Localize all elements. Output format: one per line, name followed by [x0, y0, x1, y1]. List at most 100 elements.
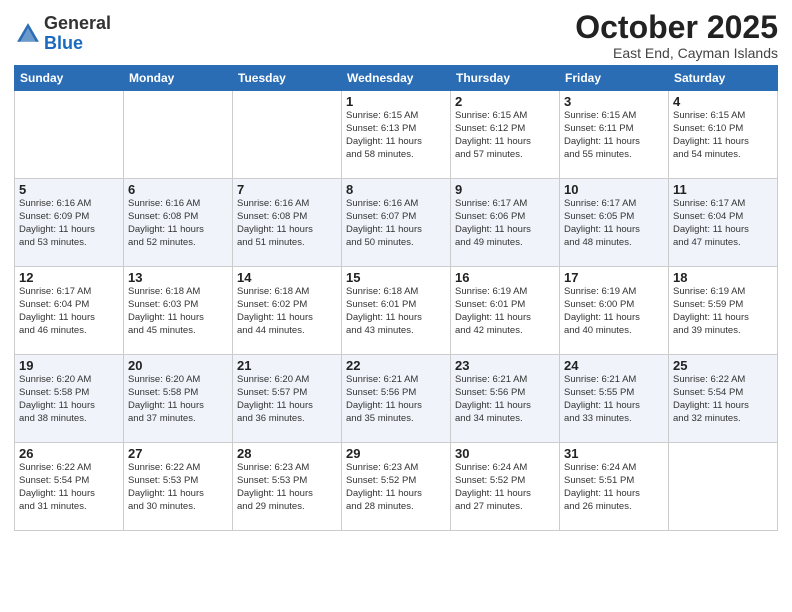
logo-icon [14, 20, 42, 48]
cell-1-3 [233, 91, 342, 179]
day-info-line: Sunset: 6:11 PM [564, 123, 664, 136]
day-info-line: Daylight: 11 hours [346, 312, 446, 325]
day-number: 30 [455, 446, 555, 461]
day-info-line: Daylight: 11 hours [346, 224, 446, 237]
day-info-line: Sunrise: 6:24 AM [564, 462, 664, 475]
day-info-line: Daylight: 11 hours [237, 224, 337, 237]
cell-2-3: 7Sunrise: 6:16 AMSunset: 6:08 PMDaylight… [233, 179, 342, 267]
cell-4-6: 24Sunrise: 6:21 AMSunset: 5:55 PMDayligh… [560, 355, 669, 443]
day-info-line: Sunset: 5:54 PM [673, 387, 773, 400]
cell-2-5: 9Sunrise: 6:17 AMSunset: 6:06 PMDaylight… [451, 179, 560, 267]
day-info-line: Sunset: 6:10 PM [673, 123, 773, 136]
day-info-line: and 52 minutes. [128, 237, 228, 250]
day-number: 15 [346, 270, 446, 285]
day-number: 2 [455, 94, 555, 109]
day-info-line: and 28 minutes. [346, 501, 446, 514]
day-info-line: Daylight: 11 hours [673, 400, 773, 413]
day-info-line: and 57 minutes. [455, 149, 555, 162]
day-info-line: Sunrise: 6:20 AM [237, 374, 337, 387]
title-area: October 2025 East End, Cayman Islands [575, 10, 778, 61]
day-info-line: Sunset: 5:59 PM [673, 299, 773, 312]
week-row-1: 1Sunrise: 6:15 AMSunset: 6:13 PMDaylight… [15, 91, 778, 179]
cell-1-1 [15, 91, 124, 179]
header-sunday: Sunday [15, 66, 124, 91]
day-info-line: Sunrise: 6:23 AM [237, 462, 337, 475]
day-info-line: Sunset: 5:54 PM [19, 475, 119, 488]
day-info-line: Sunrise: 6:16 AM [128, 198, 228, 211]
day-info-line: Daylight: 11 hours [128, 488, 228, 501]
cell-3-1: 12Sunrise: 6:17 AMSunset: 6:04 PMDayligh… [15, 267, 124, 355]
cell-4-1: 19Sunrise: 6:20 AMSunset: 5:58 PMDayligh… [15, 355, 124, 443]
day-number: 1 [346, 94, 446, 109]
day-info-line: Daylight: 11 hours [237, 488, 337, 501]
day-info-line: Sunset: 6:07 PM [346, 211, 446, 224]
day-number: 8 [346, 182, 446, 197]
day-info-line: Daylight: 11 hours [564, 136, 664, 149]
cell-3-4: 15Sunrise: 6:18 AMSunset: 6:01 PMDayligh… [342, 267, 451, 355]
header-friday: Friday [560, 66, 669, 91]
logo-blue: Blue [44, 33, 83, 53]
day-info-line: Sunset: 6:01 PM [455, 299, 555, 312]
day-info-line: Sunset: 5:53 PM [237, 475, 337, 488]
day-info-line: and 30 minutes. [128, 501, 228, 514]
day-info-line: Sunrise: 6:21 AM [346, 374, 446, 387]
cell-3-7: 18Sunrise: 6:19 AMSunset: 5:59 PMDayligh… [669, 267, 778, 355]
day-number: 6 [128, 182, 228, 197]
cell-4-2: 20Sunrise: 6:20 AMSunset: 5:58 PMDayligh… [124, 355, 233, 443]
cell-1-4: 1Sunrise: 6:15 AMSunset: 6:13 PMDaylight… [342, 91, 451, 179]
cell-2-1: 5Sunrise: 6:16 AMSunset: 6:09 PMDaylight… [15, 179, 124, 267]
day-info-line: Sunset: 6:08 PM [237, 211, 337, 224]
cell-5-5: 30Sunrise: 6:24 AMSunset: 5:52 PMDayligh… [451, 443, 560, 531]
month-title: October 2025 [575, 10, 778, 45]
week-row-4: 19Sunrise: 6:20 AMSunset: 5:58 PMDayligh… [15, 355, 778, 443]
day-info-line: Sunrise: 6:15 AM [455, 110, 555, 123]
day-info-line: Sunset: 5:52 PM [346, 475, 446, 488]
cell-4-7: 25Sunrise: 6:22 AMSunset: 5:54 PMDayligh… [669, 355, 778, 443]
day-number: 13 [128, 270, 228, 285]
day-number: 10 [564, 182, 664, 197]
cell-3-3: 14Sunrise: 6:18 AMSunset: 6:02 PMDayligh… [233, 267, 342, 355]
cell-5-3: 28Sunrise: 6:23 AMSunset: 5:53 PMDayligh… [233, 443, 342, 531]
day-info-line: Daylight: 11 hours [673, 224, 773, 237]
day-number: 24 [564, 358, 664, 373]
day-info-line: Sunrise: 6:24 AM [455, 462, 555, 475]
day-info-line: and 40 minutes. [564, 325, 664, 338]
header-thursday: Thursday [451, 66, 560, 91]
day-info-line: Daylight: 11 hours [128, 312, 228, 325]
day-info-line: and 31 minutes. [19, 501, 119, 514]
day-info-line: Sunset: 6:04 PM [673, 211, 773, 224]
cell-5-1: 26Sunrise: 6:22 AMSunset: 5:54 PMDayligh… [15, 443, 124, 531]
day-info-line: Sunset: 6:03 PM [128, 299, 228, 312]
day-info-line: Daylight: 11 hours [564, 224, 664, 237]
day-info-line: Daylight: 11 hours [19, 400, 119, 413]
day-info-line: Sunrise: 6:18 AM [237, 286, 337, 299]
header-wednesday: Wednesday [342, 66, 451, 91]
day-info-line: Daylight: 11 hours [564, 400, 664, 413]
day-info-line: Daylight: 11 hours [455, 312, 555, 325]
day-info-line: Sunrise: 6:21 AM [455, 374, 555, 387]
day-info-line: Daylight: 11 hours [237, 400, 337, 413]
cell-1-7: 4Sunrise: 6:15 AMSunset: 6:10 PMDaylight… [669, 91, 778, 179]
day-info-line: and 35 minutes. [346, 413, 446, 426]
day-info-line: Sunrise: 6:20 AM [19, 374, 119, 387]
day-info-line: Daylight: 11 hours [19, 488, 119, 501]
day-info-line: Daylight: 11 hours [19, 312, 119, 325]
day-info-line: and 50 minutes. [346, 237, 446, 250]
day-info-line: Sunrise: 6:21 AM [564, 374, 664, 387]
day-info-line: Daylight: 11 hours [455, 400, 555, 413]
day-info-line: Sunset: 5:56 PM [346, 387, 446, 400]
day-info-line: Daylight: 11 hours [128, 224, 228, 237]
day-info-line: and 37 minutes. [128, 413, 228, 426]
day-info-line: Daylight: 11 hours [346, 400, 446, 413]
day-info-line: Sunset: 5:53 PM [128, 475, 228, 488]
day-info-line: Sunrise: 6:18 AM [346, 286, 446, 299]
calendar: Sunday Monday Tuesday Wednesday Thursday… [14, 65, 778, 531]
day-info-line: Sunrise: 6:17 AM [455, 198, 555, 211]
day-number: 20 [128, 358, 228, 373]
header: General Blue October 2025 East End, Caym… [14, 10, 778, 61]
day-info-line: Sunrise: 6:17 AM [564, 198, 664, 211]
day-info-line: and 26 minutes. [564, 501, 664, 514]
week-row-3: 12Sunrise: 6:17 AMSunset: 6:04 PMDayligh… [15, 267, 778, 355]
day-info-line: and 49 minutes. [455, 237, 555, 250]
day-info-line: Daylight: 11 hours [19, 224, 119, 237]
